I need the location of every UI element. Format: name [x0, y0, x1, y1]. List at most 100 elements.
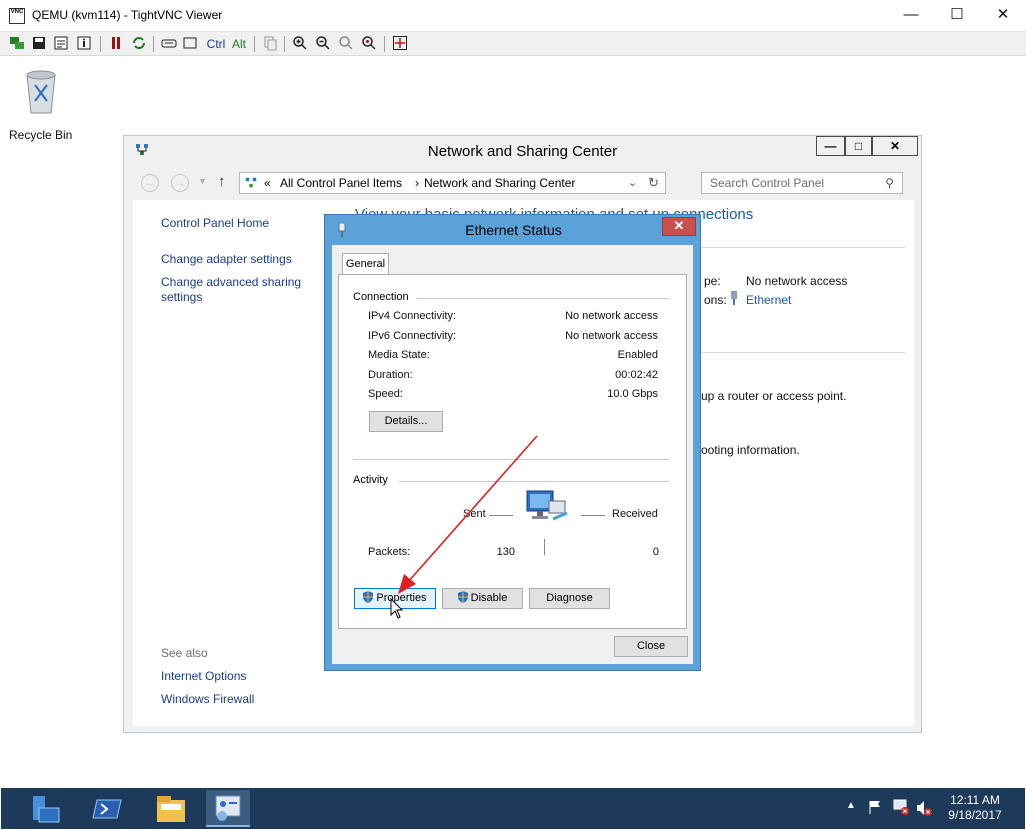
dialog-title: Ethernet Status: [465, 222, 562, 238]
minimize-button[interactable]: —: [888, 0, 934, 32]
ipv4-value: No network access: [565, 310, 658, 322]
address-dropdown-icon[interactable]: ⌄: [628, 176, 637, 189]
speed-value: 10.0 Gbps: [607, 388, 658, 400]
packets-received-value: 0: [652, 546, 659, 558]
ncs-minimize-button[interactable]: —: [816, 136, 845, 156]
sidebar-change-adapter-settings[interactable]: Change adapter settings: [161, 252, 292, 266]
alt-key-button[interactable]: Alt: [229, 35, 249, 53]
sidebar-change-advanced-sharing-line2[interactable]: settings: [161, 290, 202, 304]
toolbar-separator: [153, 36, 154, 52]
group-divider: [417, 298, 669, 299]
ncs-close-button[interactable]: ✕: [872, 136, 918, 156]
breadcrumb-network-center[interactable]: Network and Sharing Center: [424, 176, 575, 190]
ipv6-label: IPv6 Connectivity:: [368, 330, 457, 342]
viewer-titlebar: VNC QEMU (kvm114) - TightVNC Viewer — ☐ …: [0, 0, 1026, 32]
win-key-icon[interactable]: [181, 35, 199, 53]
file-explorer-icon[interactable]: [149, 790, 193, 827]
uac-shield-icon: [363, 591, 374, 603]
annotation-arrow: [398, 435, 538, 594]
zoom-fit-icon[interactable]: [360, 35, 378, 53]
recycle-bin[interactable]: Recycle Bin: [9, 67, 73, 142]
breadcrumb-overflow[interactable]: «: [264, 176, 271, 190]
action-center-flag-icon[interactable]: [867, 799, 883, 815]
zoom-100-icon[interactable]: [337, 35, 355, 53]
toolbar-separator: [384, 36, 385, 52]
ncs-title: Network and Sharing Center: [427, 143, 618, 160]
zoom-out-icon[interactable]: [314, 35, 332, 53]
volume-muted-icon[interactable]: [915, 799, 933, 817]
ipv6-value: No network access: [565, 330, 658, 342]
taskbar: ▲ 12:11 AM 9/18/2017: [1, 788, 1025, 829]
sidebar-windows-firewall[interactable]: Windows Firewall: [161, 692, 254, 706]
breadcrumb-separator: ›: [415, 176, 419, 190]
pause-icon[interactable]: [107, 35, 125, 53]
up-button[interactable]: ↑: [218, 173, 226, 190]
search-icon: ⚲: [885, 176, 894, 190]
troubleshoot-text[interactable]: ooting information.: [701, 443, 800, 457]
address-bar[interactable]: « All Control Panel Items › Network and …: [239, 172, 666, 194]
new-connection-icon[interactable]: [8, 35, 26, 53]
ctrl-key-button[interactable]: Ctrl: [205, 35, 227, 53]
ncs-maximize-button[interactable]: □: [845, 136, 872, 156]
control-panel-taskbar-icon[interactable]: [206, 790, 250, 827]
ipv4-label: IPv4 Connectivity:: [368, 310, 457, 322]
ethernet-icon: [731, 291, 737, 305]
details-button[interactable]: Details...: [369, 411, 443, 432]
dialog-close-icon[interactable]: ✕: [662, 217, 696, 236]
see-also-heading: See also: [161, 646, 208, 660]
duration-label: Duration:: [368, 369, 413, 381]
connections-label: ons:: [704, 293, 727, 307]
back-button[interactable]: ←: [141, 174, 159, 192]
toolbar-separator: [100, 36, 101, 52]
recent-dropdown-icon[interactable]: ▼: [198, 176, 207, 186]
info-icon[interactable]: [75, 35, 93, 53]
viewer-title: QEMU (kvm114) - TightVNC Viewer: [32, 8, 223, 22]
close-dialog-button[interactable]: Close: [614, 636, 688, 657]
close-button[interactable]: ✕: [980, 0, 1026, 32]
tab-general[interactable]: General: [342, 253, 389, 275]
setup-router-text[interactable]: up a router or access point.: [701, 389, 846, 403]
options-icon[interactable]: [52, 35, 70, 53]
fullscreen-icon[interactable]: [391, 35, 409, 53]
clock-date: 9/18/2017: [948, 808, 1002, 822]
ncs-titlebar: Network and Sharing Center — □ ✕: [124, 136, 921, 166]
speed-label: Speed:: [368, 388, 403, 400]
access-type-value: No network access: [746, 274, 848, 288]
refresh-icon[interactable]: [130, 35, 148, 53]
received-label: Received: [612, 508, 658, 520]
search-input[interactable]: Search Control Panel ⚲: [701, 172, 903, 194]
media-state-value: Enabled: [617, 349, 658, 361]
ctrl-alt-del-icon[interactable]: [160, 35, 178, 53]
forward-button[interactable]: →: [171, 174, 189, 192]
access-type-label: pe:: [704, 274, 721, 288]
recycle-bin-icon: [26, 70, 56, 114]
toolbar-separator: [284, 36, 285, 52]
show-hidden-icons-icon[interactable]: ▲: [846, 800, 856, 811]
viewer-toolbar: Ctrl Alt: [0, 32, 1026, 56]
sidebar-change-advanced-sharing[interactable]: Change advanced sharing: [161, 275, 301, 289]
duration-value: 00:02:42: [615, 369, 658, 381]
sidebar-control-panel-home[interactable]: Control Panel Home: [161, 216, 269, 230]
ethernet-connection-link[interactable]: Ethernet: [746, 293, 791, 307]
mouse-cursor-icon: [390, 598, 404, 619]
vnc-app-icon: VNC: [9, 8, 25, 24]
clipboard-icon[interactable]: [261, 35, 279, 53]
maximize-button[interactable]: ☐: [934, 0, 980, 32]
search-placeholder: Search Control Panel: [710, 176, 825, 190]
connection-group-label: Connection: [353, 291, 409, 303]
media-state-label: Media State:: [368, 349, 430, 361]
save-icon[interactable]: [30, 35, 48, 53]
recycle-bin-label: Recycle Bin: [9, 128, 73, 142]
sidebar-internet-options[interactable]: Internet Options: [161, 669, 246, 683]
powershell-icon[interactable]: [87, 790, 131, 827]
control-panel-icon: [245, 177, 257, 188]
network-status-icon[interactable]: [892, 798, 910, 816]
zoom-in-icon[interactable]: [291, 35, 309, 53]
received-line: [581, 515, 605, 516]
toolbar-separator: [254, 36, 255, 52]
clock[interactable]: 12:11 AM 9/18/2017: [935, 793, 1015, 823]
address-refresh-icon[interactable]: ↻: [648, 175, 659, 191]
breadcrumb-control-panel[interactable]: All Control Panel Items: [280, 176, 402, 190]
server-manager-icon[interactable]: [23, 790, 67, 827]
clock-time: 12:11 AM: [950, 793, 1000, 807]
